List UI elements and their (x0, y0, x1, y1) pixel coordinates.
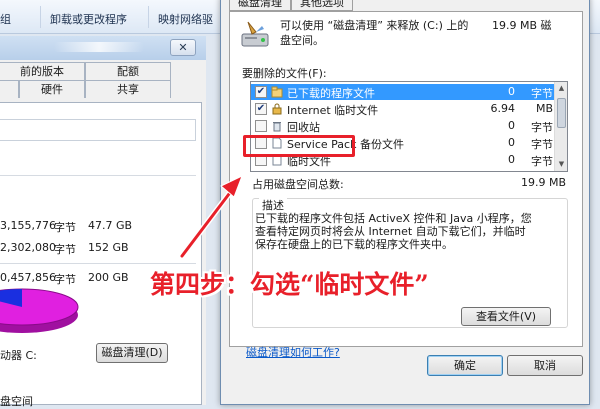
list-scrollbar[interactable]: ▲ ▼ (554, 82, 567, 171)
list-item[interactable]: 回收站 0 字节 (251, 118, 555, 134)
lock-file-icon (272, 103, 282, 115)
ok-button[interactable]: 确定 (427, 355, 503, 376)
tab-previous-versions[interactable]: 前的版本 (0, 62, 85, 80)
capacity-gb: 200 GB (88, 271, 129, 284)
file-size-unit: 字节 (531, 138, 553, 151)
tab-hardware[interactable]: 硬件 (19, 80, 85, 98)
used-unit: 字节 (54, 221, 76, 234)
file-size: 6.94 (490, 102, 516, 115)
description-group: 描述 已下载的程序文件包括 ActiveX 控件和 Java 小程序，您 查看特… (252, 197, 568, 328)
drive-label: 动器 C: (0, 349, 37, 362)
cancel-button[interactable]: 取消 (507, 355, 583, 376)
tab-disk-cleanup[interactable]: 磁盘清理 (229, 0, 291, 11)
intro-text: 可以使用 “磁盘清理” 来释放 (C:) 上的 19.9 MB 磁 盘空间。 (280, 18, 576, 48)
close-button[interactable]: ✕ (170, 39, 196, 56)
disk-cleanup-dialog: 磁盘清理 其他选项 可以使用 “磁盘清理” 来释放 (C:) 上的 19.9 M… (220, 0, 590, 405)
file-size: 0 (508, 153, 515, 166)
scroll-thumb[interactable] (557, 98, 566, 128)
description-line: 查看特定网页时将会从 Internet 自动下载它们，并临时 (255, 225, 526, 238)
scroll-down-icon[interactable]: ▼ (556, 160, 567, 168)
description-line: 保存在硬盘上的已下载的程序文件夹中。 (255, 238, 453, 251)
list-item[interactable]: ✔ 已下载的程序文件 0 字节 (251, 84, 555, 100)
drive-properties-window: ✕ 前的版本 配额 硬件 共享 3,155,776 字节 47.7 GB 2,3… (0, 36, 206, 408)
dialog-tabs: 磁盘清理 其他选项 (221, 0, 591, 11)
properties-tab-row-1: 前的版本 配额 (0, 62, 206, 80)
step-annotation: 第四步：勾选“临时文件” (150, 270, 429, 299)
file-size: 0 (508, 119, 515, 132)
files-to-delete-label: 要删除的文件(F): (242, 67, 327, 80)
properties-tab-row-2: 硬件 共享 (0, 80, 206, 98)
file-size: 0 (508, 85, 515, 98)
help-link[interactable]: 磁盘清理如何工作? (246, 344, 340, 360)
total-space-value: 19.9 MB (520, 176, 566, 189)
highlight-box (243, 135, 355, 157)
disk-cleanup-button[interactable]: 磁盘清理(D) (96, 343, 168, 363)
tab-general[interactable] (0, 80, 19, 98)
file-size: 0 (508, 136, 515, 149)
description-line: 已下载的程序文件包括 ActiveX 控件和 Java 小程序，您 (255, 212, 532, 225)
checkbox[interactable]: ✔ (255, 86, 267, 98)
view-files-button[interactable]: 查看文件(V) (461, 307, 551, 326)
file-name: 已下载的程序文件 (287, 87, 375, 100)
free-unit: 字节 (54, 243, 76, 256)
tab-sharing[interactable]: 共享 (85, 80, 171, 98)
toolbar-item-uninstall[interactable]: 卸载或更改程序 (50, 11, 127, 27)
intro-line-1: 可以使用 “磁盘清理” 来释放 (C:) 上的 (280, 19, 469, 32)
checkbox[interactable] (255, 120, 267, 132)
toolbar-separator (40, 6, 41, 28)
properties-general-panel: 3,155,776 字节 47.7 GB 2,302,080 字节 152 GB… (0, 102, 202, 408)
file-size-unit: 字节 (531, 87, 553, 100)
tab-more-options[interactable]: 其他选项 (291, 0, 353, 11)
tab-quota[interactable]: 配额 (85, 62, 171, 80)
free-bytes: 2,302,080 (0, 241, 56, 254)
disk-cleanup-icon (241, 21, 269, 47)
free-gb: 152 GB (88, 241, 129, 254)
used-gb: 47.7 GB (88, 219, 133, 232)
recycle-bin-icon (273, 122, 281, 132)
scroll-up-icon[interactable]: ▲ (556, 84, 567, 92)
file-size-unit: MB (535, 102, 553, 115)
toolbar-item-organize[interactable]: 组 (0, 11, 11, 27)
blurred-title (54, 42, 144, 52)
disk-usage-pie (0, 281, 80, 341)
file-size-unit: 字节 (531, 121, 553, 134)
divider (0, 175, 196, 176)
list-item[interactable]: ✔ Internet 临时文件 6.94 MB (251, 101, 555, 117)
intro-size: 19.9 MB 磁 (492, 19, 552, 32)
description-title: 描述 (259, 197, 287, 213)
drive-name-field[interactable] (0, 119, 196, 141)
files-to-delete-list[interactable]: ✔ 已下载的程序文件 0 字节 ✔ Internet 临时文件 6.94 MB … (250, 81, 568, 172)
intro-line-2: 盘空间。 (280, 34, 324, 47)
properties-body: 前的版本 配额 硬件 共享 3,155,776 字节 47.7 GB 2,302… (0, 60, 206, 408)
file-name: Internet 临时文件 (287, 104, 379, 117)
toolbar-separator (148, 6, 149, 28)
total-space-label: 占用磁盘空间总数: (252, 178, 344, 191)
checkbox[interactable]: ✔ (255, 103, 267, 115)
file-name: 回收站 (287, 121, 320, 134)
used-bytes: 3,155,776 (0, 219, 56, 232)
properties-titlebar: ✕ (0, 36, 206, 60)
toolbar-item-map-drive[interactable]: 映射网络驱 (158, 11, 213, 27)
folder-download-icon (271, 86, 283, 98)
description-text: 已下载的程序文件包括 ActiveX 控件和 Java 小程序，您 查看特定网页… (255, 212, 565, 251)
divider (0, 263, 196, 264)
file-size-unit: 字节 (531, 155, 553, 168)
free-space-label: 盘空间 (0, 395, 33, 408)
